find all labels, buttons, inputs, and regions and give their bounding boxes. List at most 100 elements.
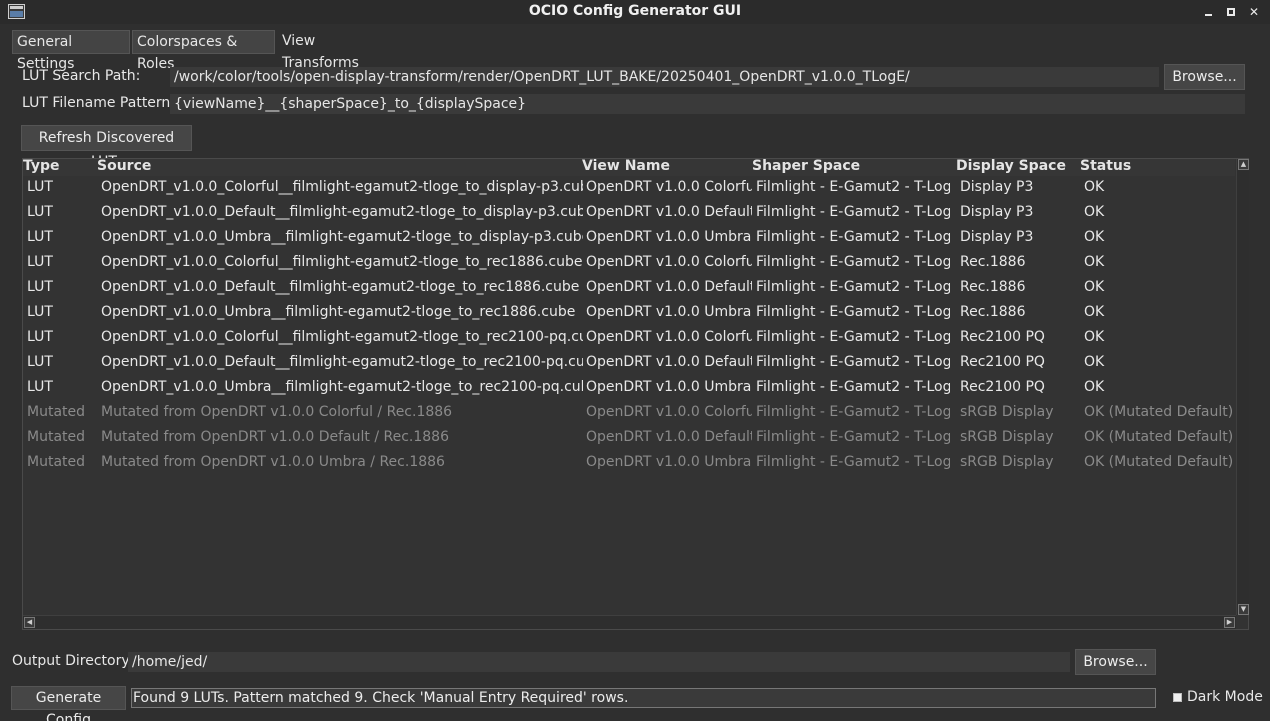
cell-view-name: OpenDRT v1.0.0 Umbra bbox=[586, 304, 752, 320]
scroll-left-icon[interactable]: ◀ bbox=[24, 617, 35, 628]
column-header-type[interactable]: Type bbox=[23, 158, 60, 174]
cell-view-name: OpenDRT v1.0.0 Default bbox=[586, 429, 752, 445]
table-row[interactable]: LUT OpenDRT_v1.0.0_Colorful__filmlight-eg… bbox=[23, 326, 1235, 351]
cell-shaper-space: Filmlight - E-Gamut2 - T-LogE bbox=[756, 379, 950, 395]
cell-view-name: OpenDRT v1.0.0 Colorful bbox=[586, 404, 752, 420]
cell-shaper-space: Filmlight - E-Gamut2 - T-LogE bbox=[756, 354, 950, 370]
cell-shaper-space: Filmlight - E-Gamut2 - T-LogE bbox=[756, 304, 950, 320]
cell-view-name: OpenDRT v1.0.0 Umbra bbox=[586, 454, 752, 470]
cell-shaper-space: Filmlight - E-Gamut2 - T-LogE bbox=[756, 404, 950, 420]
cell-display-space: sRGB Display bbox=[960, 454, 1054, 470]
close-icon[interactable]: ✕ bbox=[1246, 4, 1262, 20]
cell-display-space: Rec.1886 bbox=[960, 304, 1026, 320]
cell-view-name: OpenDRT v1.0.0 Umbra bbox=[586, 229, 752, 245]
column-header-source[interactable]: Source bbox=[97, 158, 151, 174]
horizontal-scrollbar[interactable]: ◀ ▶ bbox=[23, 615, 1236, 629]
lut-browse-button[interactable]: Browse... bbox=[1164, 64, 1245, 90]
cell-shaper-space: Filmlight - E-Gamut2 - T-LogE bbox=[756, 454, 950, 470]
cell-source: Mutated from OpenDRT v1.0.0 Default / Re… bbox=[101, 429, 449, 445]
vertical-scrollbar[interactable]: ▲ ▼ bbox=[1236, 159, 1249, 615]
table-row[interactable]: LUT OpenDRT_v1.0.0_Colorful__filmlight-eg… bbox=[23, 176, 1235, 201]
status-message: Found 9 LUTs. Pattern matched 9. Check '… bbox=[131, 688, 1156, 708]
cell-source: OpenDRT_v1.0.0_Umbra__filmlight-egamut2-… bbox=[101, 304, 576, 320]
table-row[interactable]: Mutated Mutated from OpenDRT v1.0.0 Color… bbox=[23, 401, 1235, 426]
tab-view-transforms[interactable]: View Transforms bbox=[278, 30, 398, 71]
cell-source: OpenDRT_v1.0.0_Colorful__filmlight-egamu… bbox=[101, 179, 583, 195]
output-browse-button[interactable]: Browse... bbox=[1075, 649, 1156, 675]
refresh-luts-button[interactable]: Refresh Discovered LUTs bbox=[21, 125, 192, 170]
dark-mode-checkbox[interactable] bbox=[1173, 693, 1182, 702]
cell-source: OpenDRT_v1.0.0_Colorful__filmlight-egamu… bbox=[101, 254, 583, 270]
cell-display-space: Rec.1886 bbox=[960, 279, 1026, 295]
cell-shaper-space: Filmlight - E-Gamut2 - T-LogE bbox=[756, 329, 950, 345]
output-directory-field[interactable]: /home/jed/ bbox=[128, 652, 1070, 672]
tab-general-settings[interactable]: General Settings bbox=[12, 30, 130, 72]
cell-display-space: sRGB Display bbox=[960, 404, 1054, 420]
cell-display-space: Rec.1886 bbox=[960, 254, 1026, 270]
column-header-view-name[interactable]: View Name bbox=[582, 158, 670, 174]
minimize-icon[interactable] bbox=[1201, 4, 1217, 20]
cell-type: LUT bbox=[27, 254, 53, 270]
cell-display-space: Display P3 bbox=[960, 204, 1034, 220]
cell-shaper-space: Filmlight - E-Gamut2 - T-LogE bbox=[756, 279, 950, 295]
cell-source: OpenDRT_v1.0.0_Colorful__filmlight-egamu… bbox=[101, 329, 583, 345]
table-row[interactable]: LUT OpenDRT_v1.0.0_Default__filmlight-ega… bbox=[23, 201, 1235, 226]
cell-type: Mutated bbox=[27, 404, 86, 420]
cell-display-space: Rec2100 PQ bbox=[960, 379, 1045, 395]
column-header-status[interactable]: Status bbox=[1080, 158, 1131, 174]
table-row[interactable]: LUT OpenDRT_v1.0.0_Default__filmlight-ega… bbox=[23, 276, 1235, 301]
cell-source: Mutated from OpenDRT v1.0.0 Umbra / Rec.… bbox=[101, 454, 445, 470]
cell-status: OK bbox=[1084, 254, 1105, 270]
table-body: LUT OpenDRT_v1.0.0_Colorful__filmlight-eg… bbox=[23, 176, 1235, 476]
scroll-down-icon[interactable]: ▼ bbox=[1238, 604, 1249, 615]
table-row[interactable]: LUT OpenDRT_v1.0.0_Umbra__filmlight-egamu… bbox=[23, 226, 1235, 251]
cell-view-name: OpenDRT v1.0.0 Colorful bbox=[586, 254, 752, 270]
cell-status: OK bbox=[1084, 329, 1105, 345]
cell-view-name: OpenDRT v1.0.0 Colorful bbox=[586, 179, 752, 195]
lut-filename-pattern-label: LUT Filename Pattern: bbox=[22, 95, 176, 111]
table-row[interactable]: LUT OpenDRT_v1.0.0_Umbra__filmlight-egamu… bbox=[23, 376, 1235, 401]
cell-type: LUT bbox=[27, 379, 53, 395]
cell-type: LUT bbox=[27, 204, 53, 220]
cell-status: OK bbox=[1084, 279, 1105, 295]
cell-status: OK bbox=[1084, 304, 1105, 320]
cell-shaper-space: Filmlight - E-Gamut2 - T-LogE bbox=[756, 204, 950, 220]
cell-view-name: OpenDRT v1.0.0 Default bbox=[586, 279, 752, 295]
output-directory-label: Output Directory: bbox=[12, 653, 134, 669]
table-row[interactable]: Mutated Mutated from OpenDRT v1.0.0 Defau… bbox=[23, 426, 1235, 451]
cell-source: Mutated from OpenDRT v1.0.0 Colorful / R… bbox=[101, 404, 453, 420]
lut-filename-pattern-field[interactable]: {viewName}__{shaperSpace}_to_{displaySpa… bbox=[170, 94, 1245, 114]
cell-view-name: OpenDRT v1.0.0 Default bbox=[586, 354, 752, 370]
cell-type: Mutated bbox=[27, 429, 86, 445]
cell-source: OpenDRT_v1.0.0_Umbra__filmlight-egamut2-… bbox=[101, 379, 583, 395]
cell-view-name: OpenDRT v1.0.0 Default bbox=[586, 204, 752, 220]
cell-source: OpenDRT_v1.0.0_Default__filmlight-egamut… bbox=[101, 204, 583, 220]
discovered-luts-table: Type Source View Name Shaper Space Displ… bbox=[22, 158, 1249, 630]
scroll-up-icon[interactable]: ▲ bbox=[1238, 159, 1249, 170]
cell-type: LUT bbox=[27, 329, 53, 345]
cell-source: OpenDRT_v1.0.0_Default__filmlight-egamut… bbox=[101, 354, 583, 370]
table-row[interactable]: LUT OpenDRT_v1.0.0_Colorful__filmlight-eg… bbox=[23, 251, 1235, 276]
cell-display-space: Display P3 bbox=[960, 179, 1034, 195]
lut-search-path-field[interactable]: /work/color/tools/open-display-transform… bbox=[170, 67, 1159, 87]
cell-shaper-space: Filmlight - E-Gamut2 - T-LogE bbox=[756, 429, 950, 445]
scroll-right-icon[interactable]: ▶ bbox=[1224, 617, 1235, 628]
table-row[interactable]: Mutated Mutated from OpenDRT v1.0.0 Umbra… bbox=[23, 451, 1235, 476]
cell-type: LUT bbox=[27, 354, 53, 370]
generate-config-button[interactable]: Generate Config bbox=[11, 686, 126, 721]
tab-colorspaces-roles[interactable]: Colorspaces & Roles bbox=[132, 30, 275, 72]
cell-status: OK (Mutated Default) bbox=[1084, 404, 1234, 420]
table-row[interactable]: LUT OpenDRT_v1.0.0_Umbra__filmlight-egamu… bbox=[23, 301, 1235, 326]
title-bar: OCIO Config Generator GUI ✕ bbox=[0, 0, 1270, 24]
dark-mode-label[interactable]: Dark Mode bbox=[1187, 689, 1263, 705]
window-title: OCIO Config Generator GUI bbox=[528, 3, 742, 19]
cell-shaper-space: Filmlight - E-Gamut2 - T-LogE bbox=[756, 254, 950, 270]
table-header: Type Source View Name Shaper Space Displ… bbox=[23, 158, 1235, 176]
column-header-display-space[interactable]: Display Space bbox=[956, 158, 1066, 174]
cell-source: OpenDRT_v1.0.0_Umbra__filmlight-egamut2-… bbox=[101, 229, 583, 245]
column-header-shaper-space[interactable]: Shaper Space bbox=[752, 158, 860, 174]
cell-type: LUT bbox=[27, 304, 53, 320]
table-row[interactable]: LUT OpenDRT_v1.0.0_Default__filmlight-ega… bbox=[23, 351, 1235, 376]
maximize-icon[interactable] bbox=[1223, 4, 1239, 20]
cell-status: OK bbox=[1084, 354, 1105, 370]
